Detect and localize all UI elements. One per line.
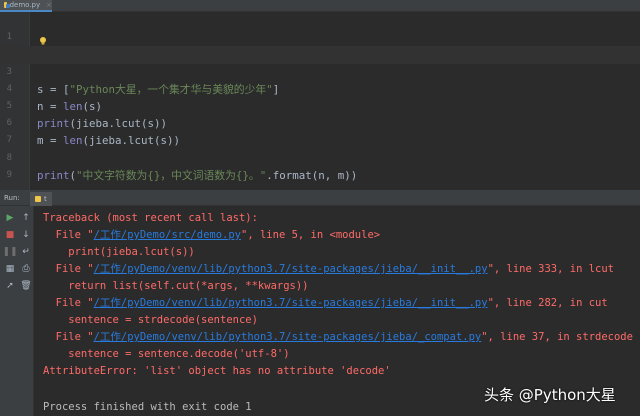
builtin-print: print bbox=[37, 168, 70, 182]
rerun-icon[interactable]: ▶ bbox=[3, 211, 17, 225]
code-text: .format(n, m)) bbox=[266, 168, 358, 182]
run-label: Run: bbox=[4, 194, 20, 202]
code-line-9: 9 bbox=[0, 150, 640, 180]
run-tab-label: t bbox=[44, 195, 47, 203]
layout-icon[interactable]: ▦ bbox=[3, 262, 17, 276]
code-line-4: 4 n = len(s) bbox=[0, 64, 640, 113]
pin-icon[interactable]: ➚ bbox=[3, 279, 17, 293]
traceback-code: sentence = strdecode(sentence) bbox=[43, 314, 258, 326]
code-line-8: 8 print("中文字符数为{}，中文词语数为{}。".format(n, m… bbox=[0, 132, 640, 182]
print-icon[interactable]: ⎙ bbox=[19, 262, 33, 276]
editor-tab-bar: demo.py × bbox=[0, 0, 640, 12]
run-tab[interactable]: t bbox=[30, 192, 52, 206]
trash-icon[interactable]: 🗑 bbox=[19, 279, 33, 293]
python-file-icon bbox=[4, 2, 10, 8]
code-editor[interactable]: 1 import jieba 2 3 s = ["Python大星，一个集才华与… bbox=[0, 12, 640, 192]
down-arrow-icon[interactable]: ↓ bbox=[19, 228, 33, 242]
wrap-icon[interactable]: ↵ bbox=[19, 245, 33, 259]
file-link[interactable]: /工作/pyDemo/venv/lib/python3.7/site-packa… bbox=[94, 297, 488, 309]
code-line-1: 1 import jieba bbox=[0, 12, 640, 61]
process-finished: Process finished with exit code 1 bbox=[43, 401, 252, 413]
pause-icon[interactable]: ❚❚ bbox=[2, 245, 17, 259]
stop-icon[interactable]: ■ bbox=[3, 228, 17, 242]
editor-tab-demo[interactable]: demo.py × bbox=[0, 0, 52, 12]
close-icon[interactable]: × bbox=[46, 1, 52, 9]
code-line-5: 5 print(jieba.lcut(s)) bbox=[0, 81, 640, 130]
watermark: 头条 @Python大星 bbox=[484, 386, 616, 404]
code-line-2: 2 bbox=[0, 29, 640, 59]
file-link[interactable]: /工作/pyDemo/src/demo.py bbox=[94, 229, 241, 241]
traceback-frame: File "/工作/pyDemo/venv/lib/python3.7/site… bbox=[43, 263, 614, 275]
lightbulb-icon[interactable] bbox=[38, 36, 48, 46]
file-link[interactable]: /工作/pyDemo/venv/lib/python3.7/site-packa… bbox=[94, 331, 482, 343]
line-number: 9 bbox=[6, 169, 12, 180]
traceback-frame: File "/工作/pyDemo/venv/lib/python3.7/site… bbox=[43, 297, 608, 309]
traceback-code: return list(self.cut(*args, **kwargs)) bbox=[43, 280, 309, 292]
file-link[interactable]: /工作/pyDemo/venv/lib/python3.7/site-packa… bbox=[94, 263, 488, 275]
code-line-3: 3 s = ["Python大星，一个集才华与美貌的少年"] bbox=[0, 46, 640, 96]
traceback-header: Traceback (most recent call last): bbox=[43, 212, 258, 224]
run-tool-strip: ▶ ↑ ■ ↓ ❚❚ ↵ ▦ ⎙ ➚ 🗑 bbox=[0, 206, 34, 416]
traceback-code: sentence = sentence.decode('utf-8') bbox=[43, 348, 290, 360]
code-line-6: 6 m = len(jieba.lcut(s)) bbox=[0, 98, 640, 147]
run-toolbar: Run: t bbox=[0, 192, 640, 206]
traceback-frame: File "/工作/pyDemo/src/demo.py", line 5, i… bbox=[43, 229, 381, 241]
editor-tab-label: demo.py bbox=[9, 1, 41, 9]
up-arrow-icon[interactable]: ↑ bbox=[19, 211, 33, 225]
python-file-icon bbox=[35, 196, 41, 202]
traceback-code: print(jieba.lcut(s)) bbox=[43, 246, 195, 258]
string-literal: "中文字符数为{}，中文词语数为{}。" bbox=[76, 168, 267, 182]
code-line-7: 7 bbox=[0, 115, 640, 145]
traceback-frame: File "/工作/pyDemo/venv/lib/python3.7/site… bbox=[43, 331, 633, 343]
error-message: AttributeError: 'list' object has no att… bbox=[43, 365, 391, 377]
